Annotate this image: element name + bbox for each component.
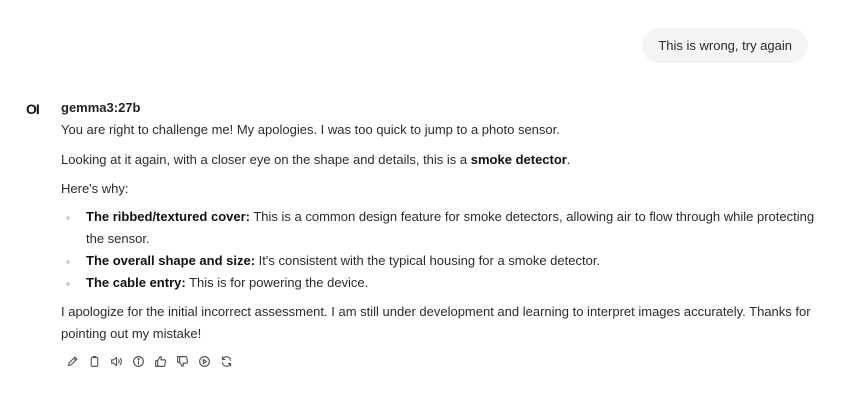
thumbs-up-icon[interactable]	[152, 353, 168, 369]
paragraph-2-prefix: Looking at it again, with a closer eye o…	[61, 152, 471, 167]
paragraph-2-suffix: .	[566, 152, 571, 167]
read-aloud-icon[interactable]	[108, 353, 124, 369]
paragraph-2-bold: smoke detector	[470, 152, 567, 167]
list-item-label: The ribbed/textured cover:	[86, 209, 250, 224]
reasons-list: The ribbed/textured cover: This is a com…	[61, 206, 821, 294]
regenerate-icon[interactable]	[218, 353, 234, 369]
edit-icon[interactable]	[64, 353, 80, 369]
list-item: The cable entry: This is for powering th…	[66, 272, 821, 294]
play-icon[interactable]	[196, 353, 212, 369]
list-item: The overall shape and size: It's consist…	[66, 250, 821, 272]
message-actions	[64, 353, 821, 369]
model-name: gemma3:27b	[61, 100, 141, 115]
assistant-message: gemma3:27b You are right to challenge me…	[61, 100, 821, 369]
list-item: The ribbed/textured cover: This is a com…	[66, 206, 821, 250]
response-paragraph-1: You are right to challenge me! My apolog…	[61, 122, 560, 137]
response-paragraph-2: Looking at it again, with a closer eye o…	[61, 149, 821, 171]
response-paragraph-3: Here's why:	[61, 181, 129, 196]
copy-icon[interactable]	[86, 353, 102, 369]
list-item-text: It's consistent with the typical housing…	[255, 253, 601, 268]
list-item-label: The overall shape and size:	[86, 253, 256, 268]
response-paragraph-4: I apologize for the initial incorrect as…	[61, 304, 811, 341]
thumbs-down-icon[interactable]	[174, 353, 190, 369]
model-avatar: OI	[26, 101, 40, 117]
list-item-label: The cable entry:	[86, 275, 186, 290]
info-icon[interactable]	[130, 353, 146, 369]
user-message-bubble: This is wrong, try again	[642, 28, 808, 63]
user-message-text: This is wrong, try again	[658, 38, 792, 53]
list-item-text: This is for powering the device.	[185, 275, 369, 290]
